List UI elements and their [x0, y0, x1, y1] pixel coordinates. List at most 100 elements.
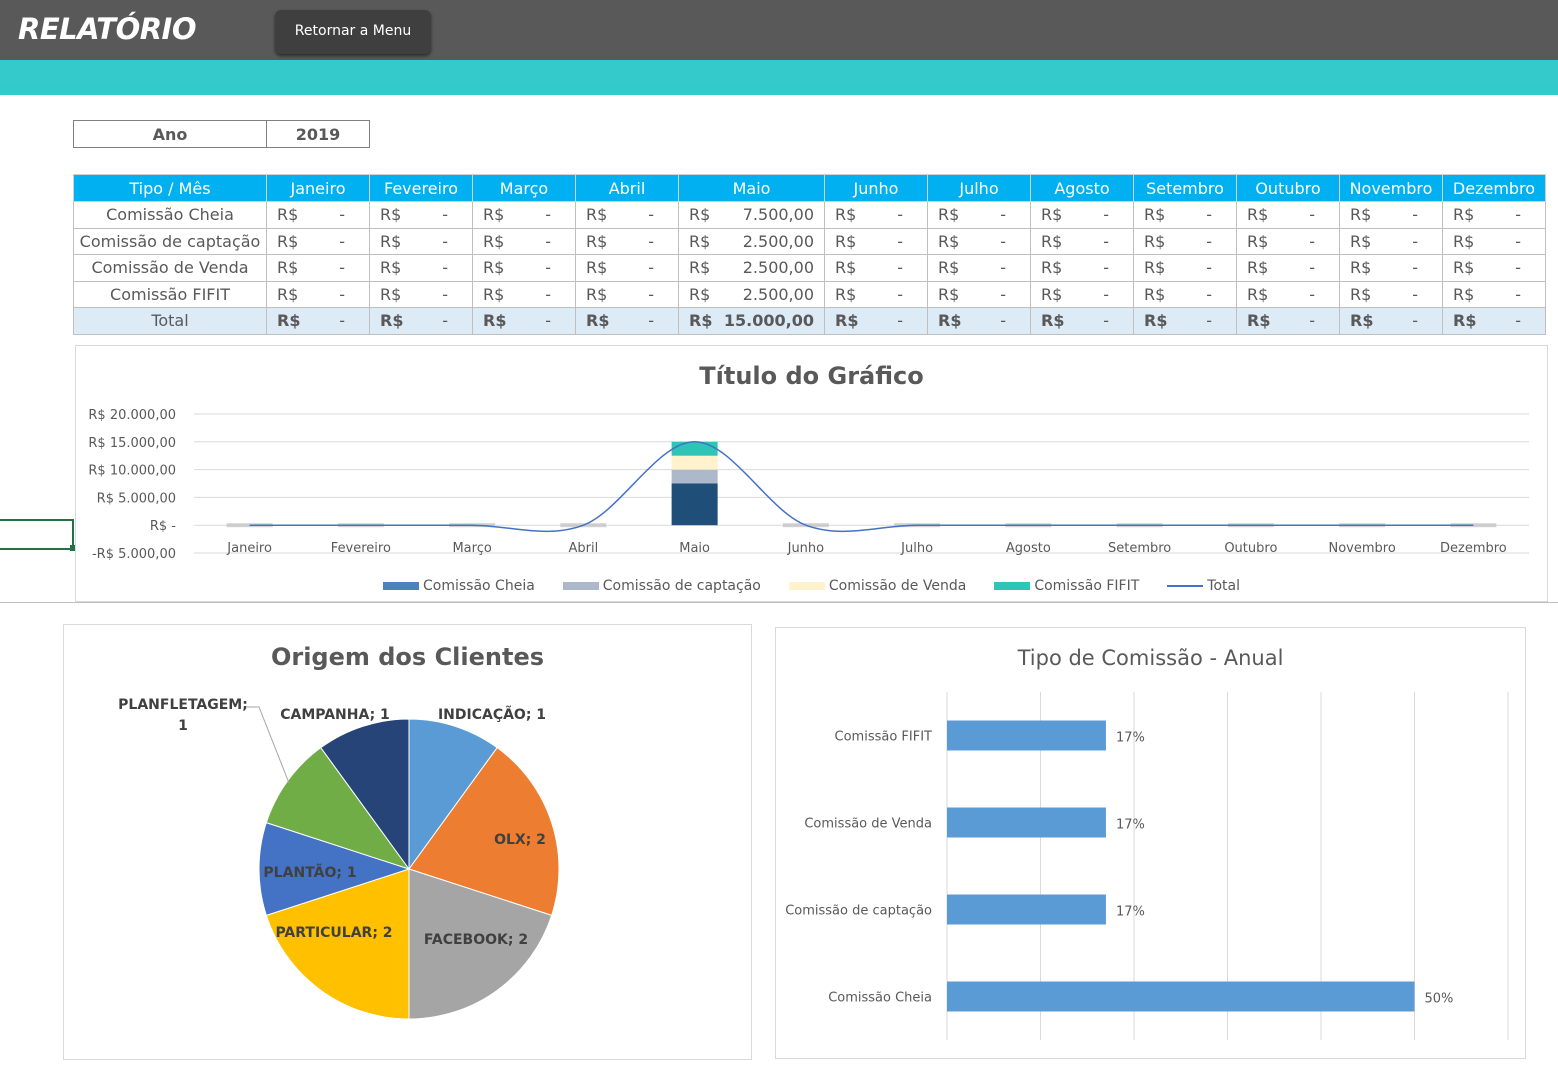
cell-value: - — [442, 284, 448, 304]
cell-value: - — [1412, 311, 1418, 331]
table-cell[interactable]: R$ - — [575, 254, 679, 282]
table-cell[interactable]: R$ - — [1133, 307, 1237, 335]
y-tick-label: R$ 15.000,00 — [88, 436, 176, 451]
commission-type-chart[interactable]: Tipo de Comissão - Anual Comissão FIFIT 1… — [775, 627, 1526, 1059]
table-cell[interactable]: R$ - — [1030, 201, 1134, 229]
table-cell[interactable]: R$ - — [1236, 307, 1340, 335]
commission-type-plot: Comissão FIFIT 17% Comissão de Venda 17% Com… — [785, 692, 1509, 1040]
table-cell[interactable]: R$ - — [824, 201, 928, 229]
cell-value: - — [442, 205, 448, 225]
currency-symbol: R$ — [938, 205, 960, 225]
pie-label-6: CAMPANHA; 1 — [280, 707, 390, 723]
table-cell[interactable]: R$ - — [927, 307, 1031, 335]
currency-symbol: R$ — [277, 258, 299, 278]
currency-symbol: R$ — [380, 231, 402, 251]
table-cell[interactable]: R$ - — [1339, 227, 1443, 255]
table-cell[interactable]: R$ - — [1442, 254, 1546, 282]
table-cell[interactable]: R$ - — [575, 227, 679, 255]
month-header-11: Dezembro — [1442, 174, 1546, 202]
month-header-2: Março — [472, 174, 576, 202]
month-header-9: Outubro — [1236, 174, 1340, 202]
table-cell[interactable]: R$ 15.000,00 — [678, 307, 825, 335]
table-cell[interactable]: R$ - — [369, 307, 473, 335]
table-cell[interactable]: R$ - — [1133, 201, 1237, 229]
table-cell[interactable]: R$ - — [1442, 201, 1546, 229]
table-cell[interactable]: R$ - — [266, 254, 370, 282]
accent-bar — [0, 60, 1558, 95]
table-cell[interactable]: R$ - — [266, 201, 370, 229]
table-cell[interactable]: R$ - — [1030, 280, 1134, 308]
table-cell[interactable]: R$ - — [575, 280, 679, 308]
table-cell[interactable]: R$ - — [266, 280, 370, 308]
currency-symbol: R$ — [277, 311, 301, 331]
table-cell[interactable]: R$ - — [1030, 227, 1134, 255]
table-cell[interactable]: R$ - — [1236, 227, 1340, 255]
table-cell[interactable]: R$ - — [266, 307, 370, 335]
table-cell[interactable]: R$ - — [472, 201, 576, 229]
table-cell[interactable]: R$ - — [1339, 307, 1443, 335]
table-cell[interactable]: R$ - — [1236, 201, 1340, 229]
cell-value: - — [1000, 311, 1006, 331]
selected-cell[interactable] — [0, 519, 74, 550]
currency-symbol: R$ — [689, 311, 713, 331]
cell-value: - — [1515, 231, 1521, 251]
table-cell[interactable]: R$ - — [1030, 307, 1134, 335]
currency-symbol: R$ — [835, 258, 857, 278]
table-cell[interactable]: R$ - — [1442, 307, 1546, 335]
table-cell[interactable]: R$ - — [472, 280, 576, 308]
table-cell[interactable]: R$ - — [1030, 254, 1134, 282]
table-cell[interactable]: R$ - — [1339, 201, 1443, 229]
currency-symbol: R$ — [938, 231, 960, 251]
table-cell[interactable]: R$ - — [575, 201, 679, 229]
table-cell[interactable]: R$ - — [1133, 280, 1237, 308]
currency-symbol: R$ — [483, 284, 505, 304]
currency-symbol: R$ — [1350, 258, 1372, 278]
monthly-chart[interactable]: Título do Gráfico -R$ 5.000,00 R$ - R$ 5.0… — [75, 345, 1548, 602]
table-cell[interactable]: R$ - — [369, 227, 473, 255]
table-cell[interactable]: R$ - — [1442, 280, 1546, 308]
currency-symbol: R$ — [1350, 311, 1374, 331]
currency-symbol: R$ — [689, 284, 711, 304]
currency-symbol: R$ — [938, 311, 962, 331]
table-cell[interactable]: R$ - — [927, 201, 1031, 229]
table-cell[interactable]: R$ - — [927, 227, 1031, 255]
currency-symbol: R$ — [586, 311, 610, 331]
table-cell[interactable]: R$ - — [1133, 227, 1237, 255]
table-cell[interactable]: R$ 7.500,00 — [678, 201, 825, 229]
table-cell[interactable]: R$ - — [472, 254, 576, 282]
currency-symbol: R$ — [483, 231, 505, 251]
table-cell[interactable]: R$ - — [927, 254, 1031, 282]
year-value[interactable]: 2019 — [267, 121, 369, 147]
table-cell[interactable]: R$ - — [1133, 254, 1237, 282]
table-cell[interactable]: R$ - — [824, 307, 928, 335]
table-cell[interactable]: R$ - — [927, 280, 1031, 308]
table-cell[interactable]: R$ 2.500,00 — [678, 280, 825, 308]
table-cell[interactable]: R$ 2.500,00 — [678, 227, 825, 255]
table-cell[interactable]: R$ - — [1442, 227, 1546, 255]
table-cell[interactable]: R$ - — [369, 280, 473, 308]
cell-value: - — [1515, 311, 1521, 331]
table-cell[interactable]: R$ - — [1236, 254, 1340, 282]
table-cell[interactable]: R$ - — [472, 307, 576, 335]
table-cell[interactable]: R$ - — [1236, 280, 1340, 308]
year-selector[interactable]: Ano 2019 — [73, 120, 370, 148]
table-cell[interactable]: R$ - — [266, 227, 370, 255]
cell-value: - — [1412, 284, 1418, 304]
table-cell[interactable]: R$ - — [369, 201, 473, 229]
table-cell[interactable]: R$ 2.500,00 — [678, 254, 825, 282]
legend-swatch — [383, 582, 419, 590]
cell-value: - — [1412, 258, 1418, 278]
pie-label-1: OLX; 2 — [494, 832, 546, 848]
return-to-menu-button[interactable]: Retornar a Menu — [275, 10, 431, 54]
table-cell[interactable]: R$ - — [824, 254, 928, 282]
category-label: Comissão de captação — [785, 904, 932, 919]
table-cell[interactable]: R$ - — [575, 307, 679, 335]
table-cell[interactable]: R$ - — [369, 254, 473, 282]
currency-symbol: R$ — [1350, 231, 1372, 251]
table-cell[interactable]: R$ - — [1339, 254, 1443, 282]
clients-origin-chart[interactable]: Origem dos Clientes INDICAÇÃO; 1 OLX; 2 FA… — [63, 624, 752, 1060]
table-cell[interactable]: R$ - — [824, 280, 928, 308]
table-cell[interactable]: R$ - — [1339, 280, 1443, 308]
table-cell[interactable]: R$ - — [824, 227, 928, 255]
table-cell[interactable]: R$ - — [472, 227, 576, 255]
